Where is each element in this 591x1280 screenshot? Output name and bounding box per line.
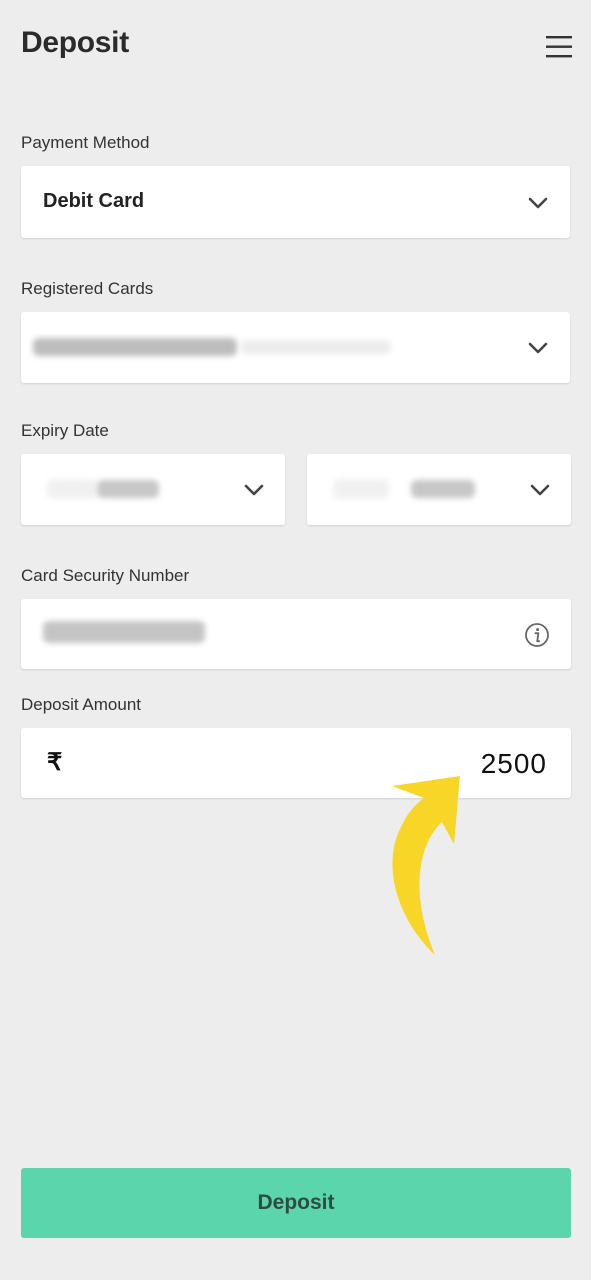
header: Deposit — [0, 0, 591, 90]
deposit-amount-label: Deposit Amount — [21, 695, 142, 714]
deposit-button-label: Deposit — [257, 1191, 335, 1214]
expiry-month-select[interactable] — [21, 454, 285, 525]
menu-button[interactable] — [540, 30, 578, 64]
card-security-number-label: Card Security Number — [21, 566, 190, 585]
chevron-down-icon — [530, 484, 550, 496]
chevron-down-icon — [528, 197, 548, 209]
chevron-down-icon — [244, 484, 264, 496]
redacted-card-detail — [241, 340, 391, 354]
annotation-arrow-icon — [392, 776, 460, 955]
registered-cards-select[interactable] — [21, 312, 570, 383]
expiry-date-label: Expiry Date — [21, 421, 109, 440]
payment-method-value: Debit Card — [43, 190, 145, 212]
rupee-icon: ₹ — [47, 749, 63, 776]
redacted-year-faint — [333, 479, 389, 499]
deposit-button[interactable]: Deposit — [21, 1168, 571, 1238]
redacted-month-faint — [47, 479, 97, 499]
redacted-year — [411, 480, 475, 498]
payment-method-label: Payment Method — [21, 133, 150, 152]
page-title: Deposit — [21, 26, 129, 59]
redacted-security-number — [43, 621, 205, 643]
chevron-down-icon — [528, 342, 548, 354]
expiry-year-select[interactable] — [307, 454, 571, 525]
hamburger-menu-icon — [546, 36, 572, 58]
deposit-amount-value: 2500 — [480, 748, 547, 779]
redacted-month — [97, 480, 159, 498]
registered-cards-label: Registered Cards — [21, 279, 154, 298]
payment-method-select[interactable]: Debit Card — [21, 166, 570, 238]
redacted-card-number — [33, 338, 237, 356]
info-icon[interactable] — [524, 622, 550, 648]
card-security-number-input[interactable] — [21, 599, 571, 669]
